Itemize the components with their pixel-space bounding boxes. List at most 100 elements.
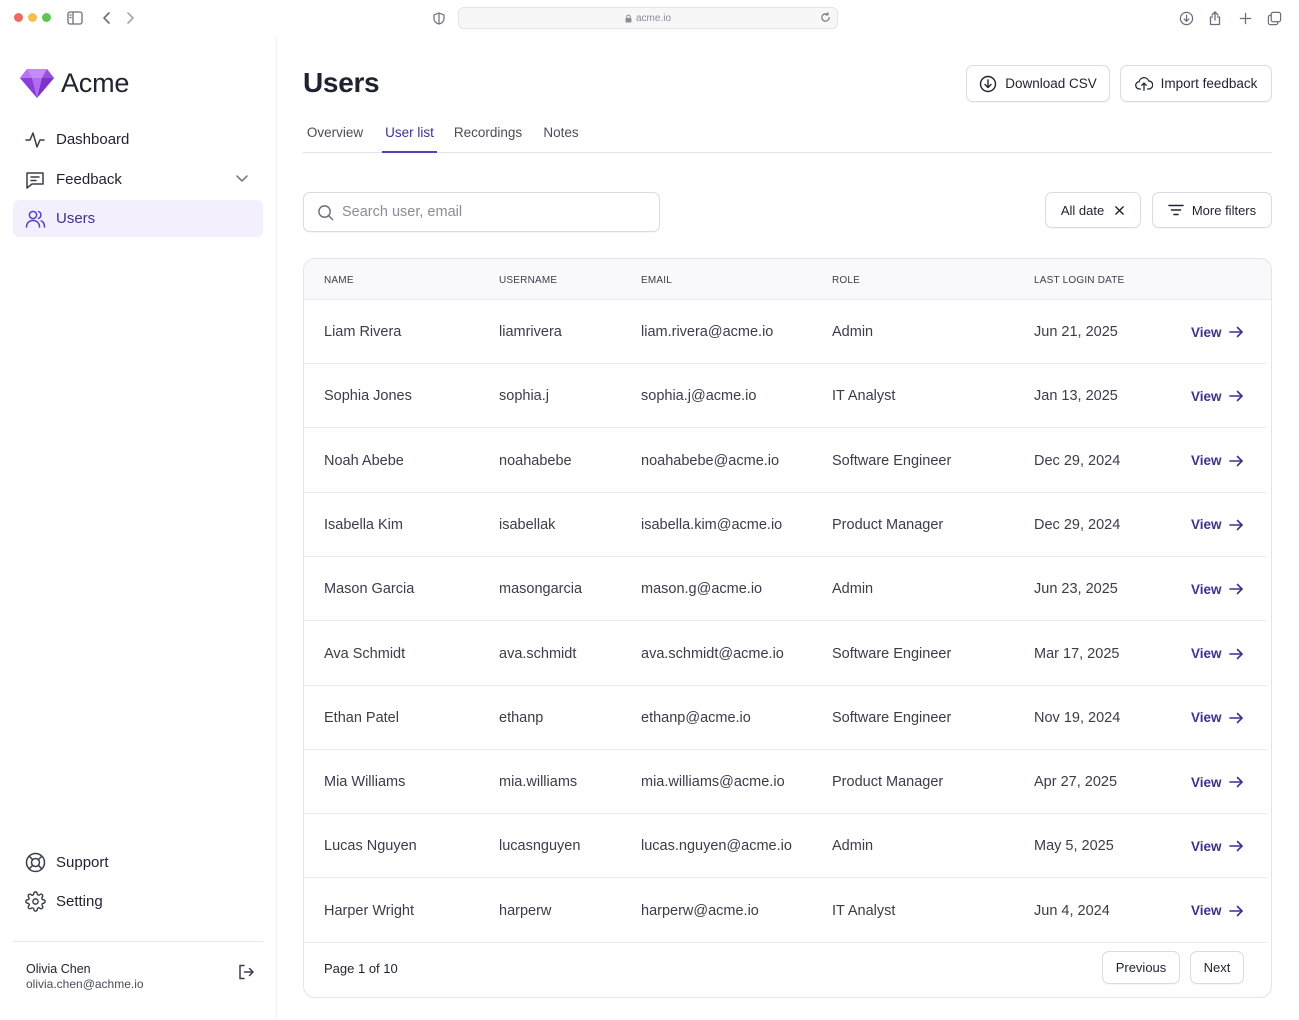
- tab-label: Overview: [306, 125, 364, 140]
- column-header-name[interactable]: NAME: [324, 275, 354, 286]
- column-header-username[interactable]: USERNAME: [499, 275, 557, 286]
- cell-last-login: Jun 23, 2025: [1034, 581, 1118, 598]
- sidebar-item-label: Support: [56, 854, 109, 871]
- view-user-link[interactable]: View: [1191, 300, 1244, 364]
- date-filter-chip[interactable]: All date: [1045, 192, 1141, 228]
- table-row[interactable]: Harper Wright harperw harperw@acme.io IT An…: [304, 879, 1267, 943]
- cell-username: sophia.j: [499, 388, 549, 405]
- cell-email: harperw@acme.io: [641, 902, 759, 919]
- view-user-link[interactable]: View: [1191, 493, 1244, 557]
- search-icon: [318, 204, 334, 220]
- tab-overview-icon[interactable]: [1266, 8, 1282, 28]
- tab-overview[interactable]: Overview: [303, 120, 367, 153]
- table-row[interactable]: Liam Rivera liamrivera liam.rivera@acme.io…: [304, 300, 1267, 364]
- table-row[interactable]: Ava Schmidt ava.schmidt ava.schmidt@acme.i…: [304, 622, 1267, 686]
- view-link-label: View: [1191, 324, 1222, 340]
- arrow-right-icon: [1228, 712, 1243, 724]
- sidebar-item-label: Setting: [56, 893, 103, 910]
- view-user-link[interactable]: View: [1191, 879, 1244, 943]
- users-icon: [24, 208, 46, 230]
- table-row[interactable]: Mason Garcia masongarcia mason.g@acme.io Ad…: [304, 557, 1267, 622]
- message-square-icon: [24, 169, 46, 191]
- chevron-down-icon[interactable]: [235, 171, 249, 185]
- tab-recordings[interactable]: Recordings: [453, 120, 523, 153]
- cell-username: harperw: [499, 902, 552, 919]
- table-row[interactable]: Noah Abebe noahabebe noahabebe@acme.io Soft…: [304, 429, 1267, 493]
- arrow-right-icon: [1228, 905, 1243, 916]
- gem-icon: [20, 69, 54, 98]
- more-filters-button[interactable]: More filters: [1152, 192, 1272, 228]
- cell-role: Software Engineer: [832, 709, 952, 726]
- tab-label: User list: [385, 125, 434, 140]
- cell-username: ethanp: [499, 709, 544, 726]
- cell-username: liamrivera: [499, 324, 562, 340]
- view-user-link[interactable]: View: [1191, 622, 1244, 686]
- lifebuoy-icon: [24, 852, 46, 874]
- view-user-link[interactable]: View: [1191, 750, 1244, 814]
- download-csv-button[interactable]: Download CSV: [966, 65, 1110, 102]
- previous-page-button[interactable]: Previous: [1102, 951, 1180, 984]
- arrow-right-icon: [1228, 326, 1243, 338]
- address-bar[interactable]: acme.io: [458, 7, 838, 29]
- sidebar-item-users[interactable]: Users: [13, 200, 263, 237]
- cell-last-login: Dec 29, 2024: [1034, 516, 1121, 533]
- sidebar-item-setting[interactable]: Setting: [13, 883, 263, 920]
- cell-last-login: Nov 19, 2024: [1034, 709, 1121, 726]
- maximize-window-button[interactable]: [42, 13, 51, 22]
- tab-user-list[interactable]: User list: [382, 120, 437, 153]
- arrow-right-icon: [1228, 648, 1243, 659]
- table-row[interactable]: Sophia Jones sophia.j sophia.j@acme.io IT A…: [304, 364, 1267, 429]
- view-user-link[interactable]: View: [1191, 557, 1244, 621]
- cell-name: Mia Williams: [324, 774, 406, 791]
- view-user-link[interactable]: View: [1191, 364, 1244, 428]
- cell-name: Noah Abebe: [324, 452, 404, 469]
- pagination-info: Page 1 of 10: [324, 961, 398, 976]
- view-link-label: View: [1191, 453, 1222, 469]
- arrow-right-icon: [1228, 841, 1243, 852]
- logout-icon[interactable]: [237, 963, 255, 981]
- view-link-label: View: [1191, 388, 1222, 404]
- column-header-role[interactable]: ROLE: [832, 275, 860, 286]
- tab-notes[interactable]: Notes: [542, 120, 580, 153]
- view-user-link[interactable]: View: [1191, 814, 1244, 878]
- import-feedback-button[interactable]: Import feedback: [1120, 65, 1272, 102]
- sidebar-item-dashboard[interactable]: Dashboard: [13, 121, 263, 158]
- sidebar: Acme Dashboard Feedback Users Support Se…: [0, 36, 277, 1020]
- view-user-link[interactable]: View: [1191, 686, 1244, 750]
- table-header: NAME USERNAME EMAIL ROLE LAST LOGIN DATE: [304, 259, 1271, 300]
- back-icon[interactable]: [100, 8, 114, 28]
- column-header-email[interactable]: EMAIL: [641, 275, 672, 286]
- brand-logo[interactable]: Acme: [20, 67, 129, 99]
- forward-icon[interactable]: [123, 8, 137, 28]
- arrow-right-icon: [1228, 455, 1243, 466]
- view-link-label: View: [1191, 517, 1222, 533]
- cell-role: IT Analyst: [832, 902, 896, 919]
- sidebar-toggle-icon[interactable]: [66, 8, 84, 28]
- tab-label: Recordings: [453, 125, 523, 140]
- new-tab-icon[interactable]: [1237, 8, 1253, 28]
- date-filter-label: All date: [1060, 202, 1105, 218]
- sidebar-item-feedback[interactable]: Feedback: [13, 161, 263, 198]
- import-feedback-label: Import feedback: [1160, 76, 1258, 91]
- reload-icon[interactable]: [820, 12, 831, 23]
- close-icon[interactable]: [1114, 205, 1125, 216]
- search-input[interactable]: [342, 204, 632, 220]
- sidebar-item-support[interactable]: Support: [13, 844, 263, 881]
- next-page-button[interactable]: Next: [1190, 951, 1244, 984]
- table-row[interactable]: Isabella Kim isabellak isabella.kim@acme.i…: [304, 493, 1267, 557]
- privacy-shield-icon[interactable]: [432, 8, 446, 28]
- sidebar-item-label: Users: [56, 210, 96, 227]
- view-link-label: View: [1191, 646, 1222, 661]
- cell-role: Product Manager: [832, 516, 944, 533]
- column-header-last-login[interactable]: LAST LOGIN DATE: [1034, 275, 1124, 286]
- brand-name: Acme: [61, 67, 130, 98]
- share-icon[interactable]: [1207, 8, 1223, 28]
- table-row[interactable]: Lucas Nguyen lucasnguyen lucas.nguyen@acme…: [304, 814, 1267, 879]
- download-icon[interactable]: [1178, 8, 1194, 28]
- table-row[interactable]: Mia Williams mia.williams mia.williams@acm…: [304, 750, 1267, 815]
- close-window-button[interactable]: [14, 13, 23, 22]
- activity-icon: [24, 129, 46, 151]
- table-row[interactable]: Ethan Patel ethanp ethanp@acme.io Software …: [304, 686, 1267, 750]
- view-user-link[interactable]: View: [1191, 429, 1244, 493]
- minimize-window-button[interactable]: [28, 13, 37, 22]
